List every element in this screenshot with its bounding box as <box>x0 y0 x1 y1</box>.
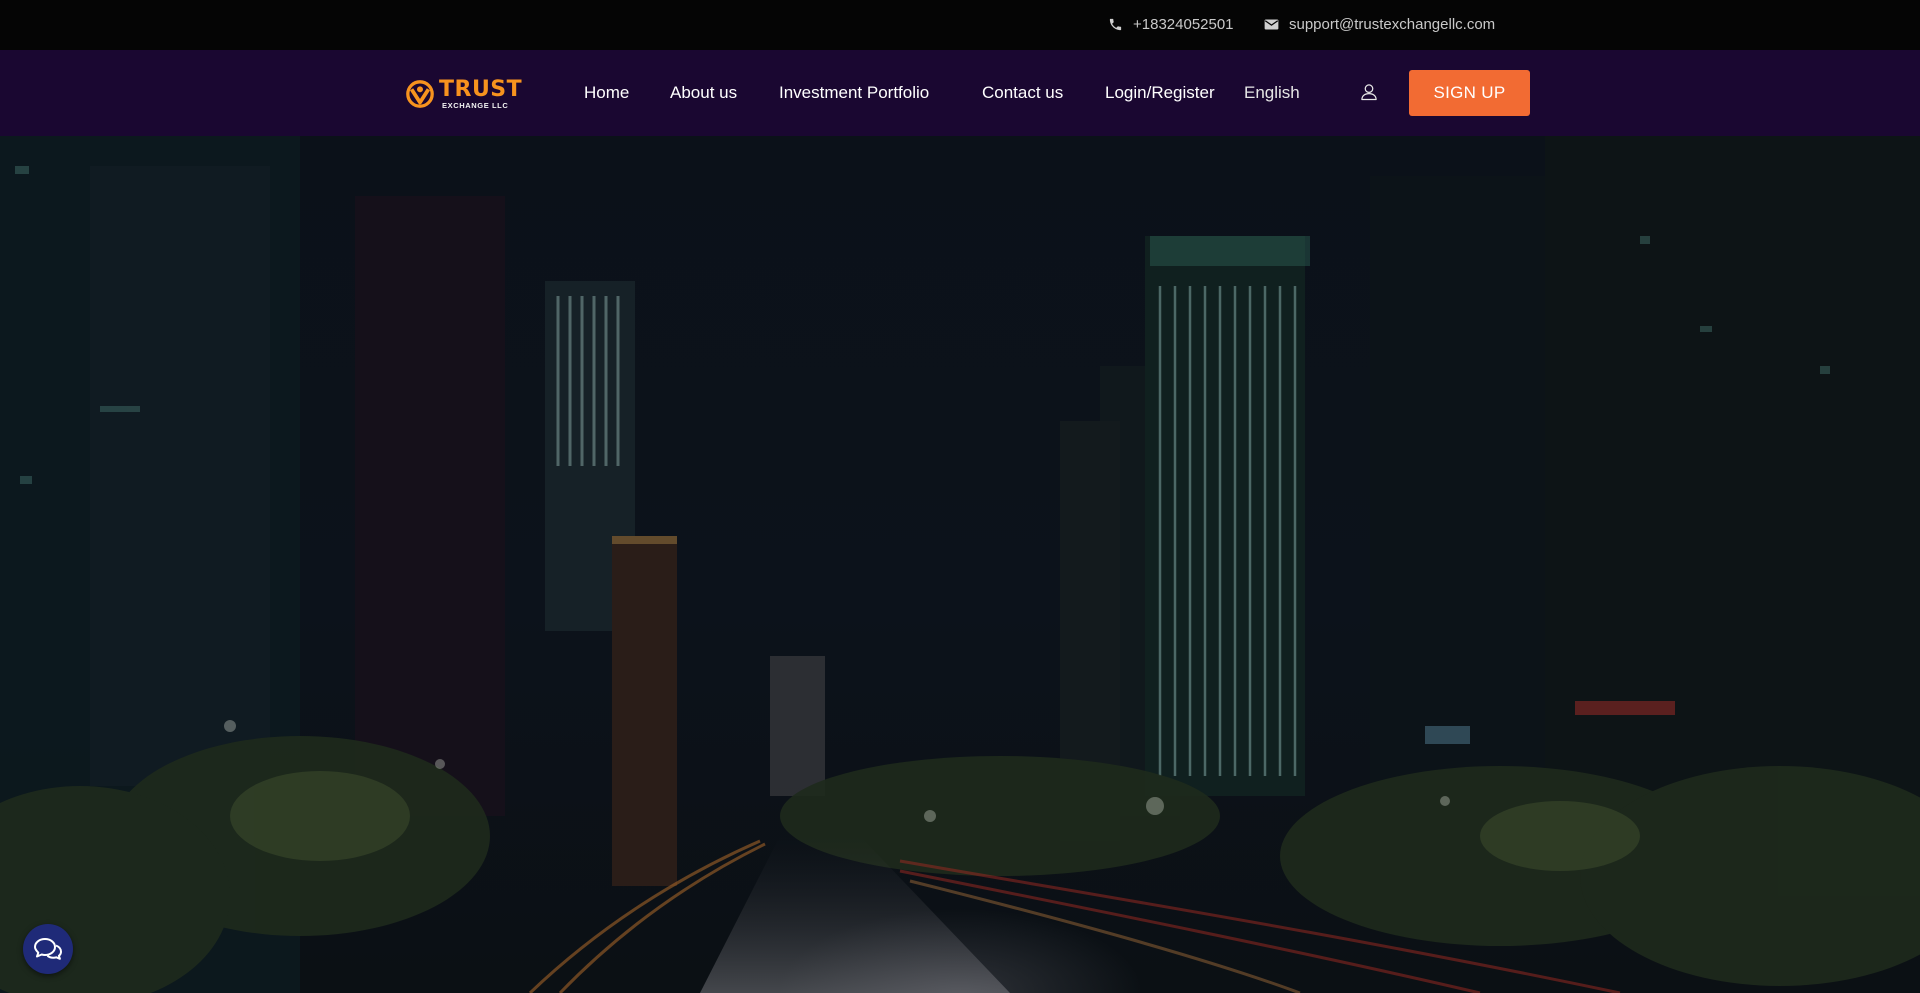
nav-login-register[interactable]: Login/Register <box>1105 50 1215 136</box>
main-navbar: TRUST EXCHANGE LLC Home About us Investm… <box>0 50 1920 136</box>
phone-number: +18324052501 <box>1133 15 1234 33</box>
nav-home[interactable]: Home <box>584 50 629 136</box>
email-contact[interactable]: support@trustexchangellc.com <box>1264 0 1495 48</box>
sign-up-button[interactable]: SIGN UP <box>1409 70 1530 116</box>
phone-contact[interactable]: +18324052501 <box>1108 0 1234 48</box>
user-icon[interactable] <box>1359 82 1379 102</box>
nav-investment-portfolio[interactable]: Investment Portfolio <box>779 50 929 136</box>
brand-subtitle: EXCHANGE LLC <box>442 100 509 110</box>
city-skyline-illustration <box>0 136 1920 993</box>
chat-bubbles-icon <box>34 938 62 960</box>
logo-shield-icon <box>406 80 434 108</box>
top-contact-bar: +18324052501 support@trustexchangellc.co… <box>0 0 1920 50</box>
language-selector[interactable]: English <box>1244 50 1300 136</box>
hero-city-background <box>0 136 1920 993</box>
brand-logo[interactable]: TRUST EXCHANGE LLC <box>405 78 522 110</box>
chat-button[interactable] <box>23 924 73 974</box>
email-address: support@trustexchangellc.com <box>1289 15 1496 33</box>
nav-about[interactable]: About us <box>670 50 737 136</box>
phone-icon <box>1109 18 1122 30</box>
envelope-icon <box>1264 19 1279 29</box>
brand-name: TRUST <box>439 76 523 102</box>
nav-contact[interactable]: Contact us <box>982 50 1063 136</box>
